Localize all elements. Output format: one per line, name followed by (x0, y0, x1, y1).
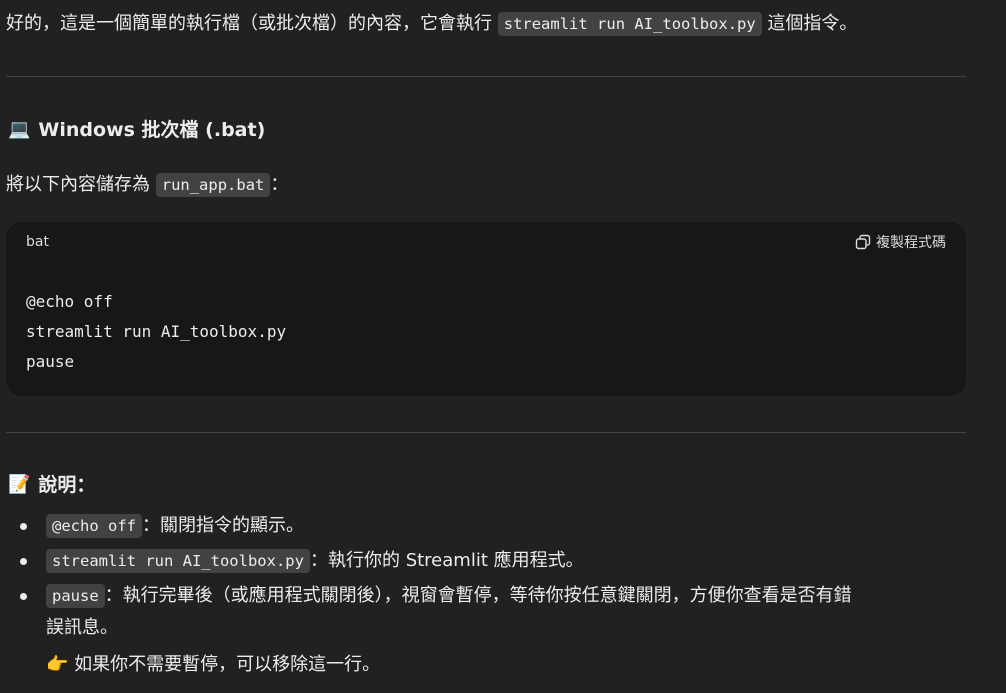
code-language-label: bat (26, 234, 49, 250)
save-text-before: 將以下內容儲存為 (6, 174, 156, 195)
windows-section-heading: 💻 Windows 批次檔 (.bat) (8, 116, 265, 144)
save-text-after: ： (270, 174, 289, 195)
chat-response: 好的，這是一個簡單的執行檔（或批次檔）的內容，它會執行 streamlit ru… (0, 0, 1006, 693)
item-code: pause (46, 584, 105, 608)
intro-text-before: 好的，這是一個簡單的執行檔（或批次檔）的內容，它會執行 (6, 13, 498, 34)
divider (6, 76, 966, 77)
divider (6, 432, 966, 433)
item-text-continued: 誤訊息。 (46, 617, 118, 638)
laptop-icon: 💻 (8, 119, 31, 140)
code-content: @echo off streamlit run AI_toolbox.pypaus… (26, 287, 286, 377)
tip-line: 👉 如果你不需要暫停，可以移除這一行。 (46, 650, 380, 680)
code-line: streamlit run AI_toolbox.py (26, 322, 287, 341)
list-item: streamlit run AI_toolbox.py ：執行你的 Streaml… (6, 545, 966, 577)
intro-command-code: streamlit run AI_toolbox.py (497, 12, 762, 36)
list-item: @echo off ：關閉指令的顯示。 (6, 510, 966, 542)
code-line: @echo off (26, 292, 113, 311)
item-text: ：執行你的 Streamlit 應用程式。 (309, 550, 584, 571)
item-code: @echo off (46, 514, 142, 538)
explanation-list: @echo off ：關閉指令的顯示。 streamlit run AI_tool… (6, 510, 966, 647)
pointing-hand-icon: 👉 (46, 654, 69, 675)
memo-icon: 📝 (8, 474, 31, 495)
copy-code-button[interactable]: 複製程式碼 (855, 232, 946, 252)
list-item: pause ：執行完畢後（或應用程式關閉後），視窗會暫停，等待你按任意鍵關閉，方便… (6, 580, 966, 644)
save-instruction: 將以下內容儲存為 run_app.bat： (6, 171, 288, 199)
windows-section-title: Windows 批次檔 (.bat) (38, 119, 266, 141)
copy-icon (855, 234, 871, 250)
explanation-section-title: 說明： (38, 474, 96, 496)
code-block: bat 複製程式碼 @echo off streamlit run AI_tool… (6, 222, 966, 396)
code-line: pause (26, 352, 75, 371)
explanation-section-heading: 📝 說明： (8, 471, 95, 499)
item-text: ：關閉指令的顯示。 (142, 515, 304, 536)
item-code: streamlit run AI_toolbox.py (46, 549, 310, 573)
copy-code-label: 複製程式碼 (876, 235, 946, 251)
intro-paragraph: 好的，這是一個簡單的執行檔（或批次檔）的內容，它會執行 streamlit ru… (6, 10, 857, 38)
filename-code: run_app.bat (155, 173, 271, 197)
item-text: ：執行完畢後（或應用程式關閉後），視窗會暫停，等待你按任意鍵關閉，方便你查看是否… (104, 585, 852, 606)
intro-text-after: 這個指令。 (761, 13, 858, 34)
tip-text: 如果你不需要暫停，可以移除這一行。 (74, 654, 381, 675)
